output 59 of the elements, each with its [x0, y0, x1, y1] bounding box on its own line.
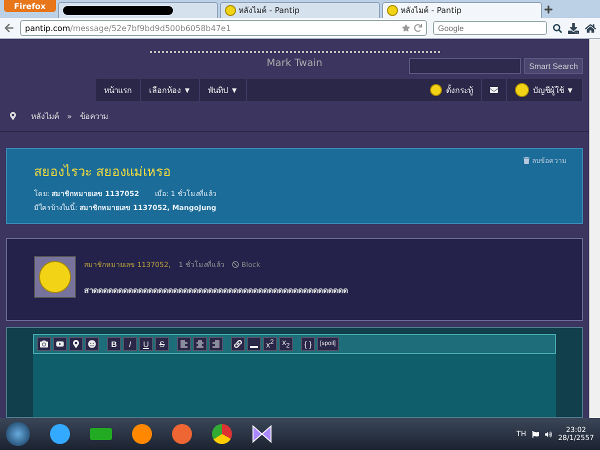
post-body: สาดดดดดดดดดดดดดดดดดดดดดดดดดดดดดดดดดดดดดดดดดดดดดดดดดดด [84, 285, 348, 297]
format-button[interactable]: I [123, 337, 137, 351]
pin-button[interactable] [69, 337, 83, 351]
start-button[interactable] [6, 422, 30, 446]
topic-title: สยองไรวะ สยองแม่เหรอ [34, 163, 172, 182]
new-tab-icon[interactable] [544, 4, 553, 14]
browser-tab[interactable]: หลังไมค์ - Pantip [382, 2, 542, 18]
trash-icon [523, 157, 530, 164]
search-field[interactable]: Google [433, 21, 547, 35]
camera-icon [40, 340, 48, 348]
align-center-button[interactable] [193, 337, 207, 351]
video-button[interactable] [53, 337, 67, 351]
align-center-icon [196, 340, 204, 348]
format-button[interactable]: U [139, 337, 153, 351]
script-button[interactable]: x$_{2}$ [279, 337, 293, 351]
breadcrumb-current: ข้อความ [80, 110, 108, 122]
new-topic-button[interactable]: ตั้งกระทู้ [422, 79, 482, 101]
format-button[interactable]: S [155, 337, 169, 351]
script-button[interactable]: x$^{2}$ [263, 337, 277, 351]
format-button[interactable]: B [107, 337, 121, 351]
link-button[interactable] [231, 337, 245, 351]
browser-tab[interactable] [58, 2, 218, 18]
block-icon [232, 261, 240, 268]
smart-search-button[interactable]: Smart Search [524, 58, 583, 74]
nav-menu-item[interactable]: หน้าแรก [96, 79, 141, 101]
smiley-icon [386, 5, 398, 16]
smiley-icon [88, 340, 96, 348]
network-icon[interactable] [532, 430, 540, 438]
align-left-icon [180, 340, 188, 348]
align-right-button[interactable] [209, 337, 223, 351]
search-icon[interactable] [553, 24, 562, 32]
link-icon [234, 340, 242, 348]
breadcrumb-link[interactable]: หลังไมค์ [31, 110, 59, 122]
video-icon [56, 340, 64, 348]
nav-menu-item[interactable]: พันทิป ▼ [200, 79, 248, 101]
nav-menu-item[interactable]: เลือกห้อง ▼ [141, 79, 200, 101]
back-icon[interactable] [4, 23, 14, 33]
site-search-field[interactable] [409, 58, 522, 74]
align-right-icon [212, 340, 220, 348]
pin-icon [72, 340, 80, 348]
smiley-icon [224, 5, 236, 16]
code-button[interactable]: { } [301, 337, 315, 351]
download-icon[interactable] [568, 22, 579, 34]
bookmark-star-icon[interactable] [402, 24, 410, 32]
quote-author: Mark Twain [266, 58, 322, 69]
pin-icon [9, 112, 17, 120]
breadcrumb-separator: » [67, 112, 72, 120]
home-icon[interactable] [585, 22, 596, 34]
avatar [34, 256, 76, 298]
browser-tab[interactable]: หลังไมค์ - Pantip [220, 2, 380, 18]
volume-icon[interactable] [545, 430, 552, 438]
align-left-button[interactable] [177, 337, 191, 351]
address-field[interactable]: pantip.com/message/52e7bf9bd9d500b6058b47e1 [20, 20, 427, 36]
bowtie-icon[interactable] [252, 425, 272, 443]
horizontal-rule-button[interactable] [247, 337, 261, 351]
camera-button[interactable] [37, 337, 51, 351]
reload-icon[interactable] [414, 24, 422, 32]
smiley-button[interactable] [85, 337, 99, 351]
account-menu[interactable]: บัญชีผู้ใช้ ▼ [506, 79, 583, 101]
